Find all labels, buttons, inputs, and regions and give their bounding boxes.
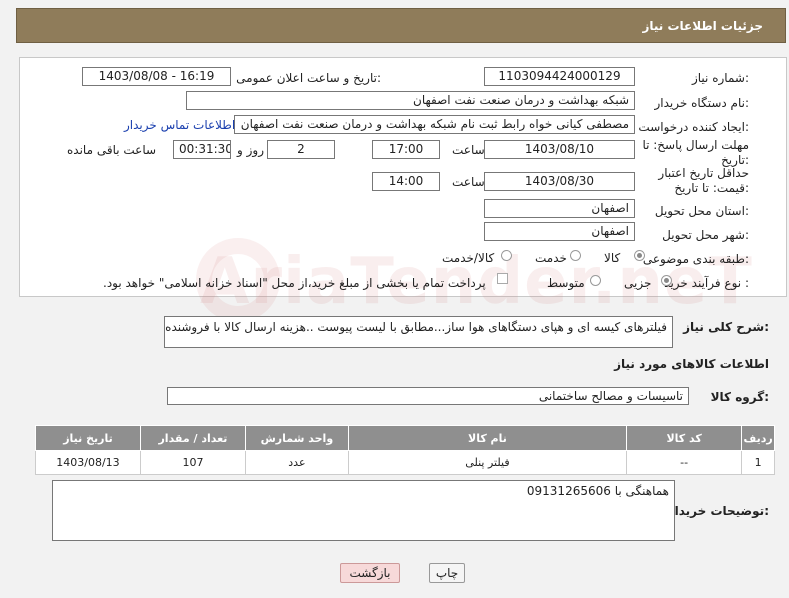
cell-row-number: 1 xyxy=(741,450,775,475)
need-number-field: 1103094424000129 xyxy=(484,67,635,86)
category-label: طبقه بندی موضوعی: xyxy=(642,252,749,266)
print-button[interactable]: چاپ xyxy=(429,563,465,583)
province-field: اصفهان xyxy=(484,199,635,218)
buyer-contact-link[interactable]: اطلاعات تماس خریدار xyxy=(124,118,235,132)
days-field: 2 xyxy=(267,140,335,159)
category-both-label: کالا/خدمت xyxy=(442,251,495,265)
treasury-payment-note: پرداخت تمام یا بخشی از مبلغ خرید،از محل … xyxy=(103,276,486,290)
goods-group-field: تاسیسات و مصالح ساختمانی xyxy=(167,387,689,405)
process-minor-label: جزیی xyxy=(624,276,652,290)
creator-field: مصطفی کیانی خواه رابط ثبت نام شبکه بهداش… xyxy=(234,115,635,134)
category-goods-label: کالا xyxy=(604,251,621,265)
page-header: جزئیات اطلاعات نیاز xyxy=(16,8,786,43)
reply-date-field: 1403/08/10 xyxy=(484,140,635,159)
creator-label: ایجاد کننده درخواست: xyxy=(638,120,749,134)
category-goods-radio[interactable] xyxy=(634,250,645,261)
col-name-header: نام کالا xyxy=(347,425,628,451)
days-label: روز و xyxy=(237,143,264,157)
cell-name: فیلتر پنلی xyxy=(347,450,628,475)
back-button[interactable]: بازگشت xyxy=(340,563,400,583)
description-text: فیلترهای کیسه ای و هپای دستگاهای هوا ساز… xyxy=(164,320,667,334)
goods-section-title: اطلاعات کالاهای مورد نیاز xyxy=(614,357,769,371)
goods-group-label: گروه کالا: xyxy=(710,390,769,404)
price-time-field: 14:00 xyxy=(372,172,440,191)
col-row-header: ردیف xyxy=(741,425,775,451)
reply-time-field: 17:00 xyxy=(372,140,440,159)
cell-date: 1403/08/13 xyxy=(35,450,141,475)
cell-code: -- xyxy=(626,450,743,475)
province-label: استان محل تحویل: xyxy=(654,204,749,218)
announce-field: 1403/08/08 - 16:19 xyxy=(82,67,231,86)
col-code-header: کد کالا xyxy=(626,425,743,451)
price-time-label: ساعت xyxy=(452,175,485,189)
city-label: شهر محل تحویل: xyxy=(662,228,749,242)
buyer-notes-text: هماهنگی با 09131265606 xyxy=(526,484,669,498)
process-medium-label: متوسط xyxy=(547,276,585,290)
description-label: شرح کلی نیاز: xyxy=(683,320,769,334)
col-qty-header: تعداد / مقدار xyxy=(139,425,246,451)
col-unit-header: واحد شمارش xyxy=(244,425,349,451)
remaining-time-field: 00:31:30 xyxy=(173,140,231,159)
city-field: اصفهان xyxy=(484,222,635,241)
goods-table-header: ردیف کد کالا نام کالا واحد شمارش تعداد /… xyxy=(35,425,775,451)
category-service-radio[interactable] xyxy=(570,250,581,261)
announce-label: تاریخ و ساعت اعلان عمومی: xyxy=(236,71,381,85)
description-field: فیلترهای کیسه ای و هپای دستگاهای هوا ساز… xyxy=(164,316,673,348)
process-label: نوع فرآیند خرید : xyxy=(664,276,749,290)
reply-deadline-label: مهلت ارسال پاسخ: تا تاریخ: xyxy=(642,138,749,167)
goods-table: ردیف کد کالا نام کالا واحد شمارش تعداد /… xyxy=(35,425,775,475)
cell-qty: 107 xyxy=(139,450,246,475)
page-title: جزئیات اطلاعات نیاز xyxy=(642,19,763,33)
buyer-notes-field: هماهنگی با 09131265606 xyxy=(52,480,675,541)
buyer-notes-label: توضیحات خریدار: xyxy=(667,504,769,518)
reply-time-label: ساعت xyxy=(452,143,485,157)
price-deadline-label: حداقل تاریخ اعتبار قیمت: تا تاریخ: xyxy=(658,166,749,195)
table-row: 1 -- فیلتر پنلی عدد 107 1403/08/13 xyxy=(35,450,775,475)
process-medium-radio[interactable] xyxy=(590,275,601,286)
cell-unit: عدد xyxy=(244,450,349,475)
category-service-label: خدمت xyxy=(535,251,567,265)
price-date-field: 1403/08/30 xyxy=(484,172,635,191)
treasury-payment-checkbox[interactable] xyxy=(497,273,508,284)
remaining-label: ساعت باقی مانده xyxy=(67,143,157,157)
process-minor-radio[interactable] xyxy=(661,275,672,286)
category-both-radio[interactable] xyxy=(501,250,512,261)
buyer-org-label: نام دستگاه خریدار: xyxy=(654,96,750,110)
need-number-label: شماره نیاز: xyxy=(691,71,749,85)
buyer-org-field: شبکه بهداشت و درمان صنعت نفت اصفهان xyxy=(186,91,635,110)
col-date-header: تاریخ نیاز xyxy=(35,425,141,451)
